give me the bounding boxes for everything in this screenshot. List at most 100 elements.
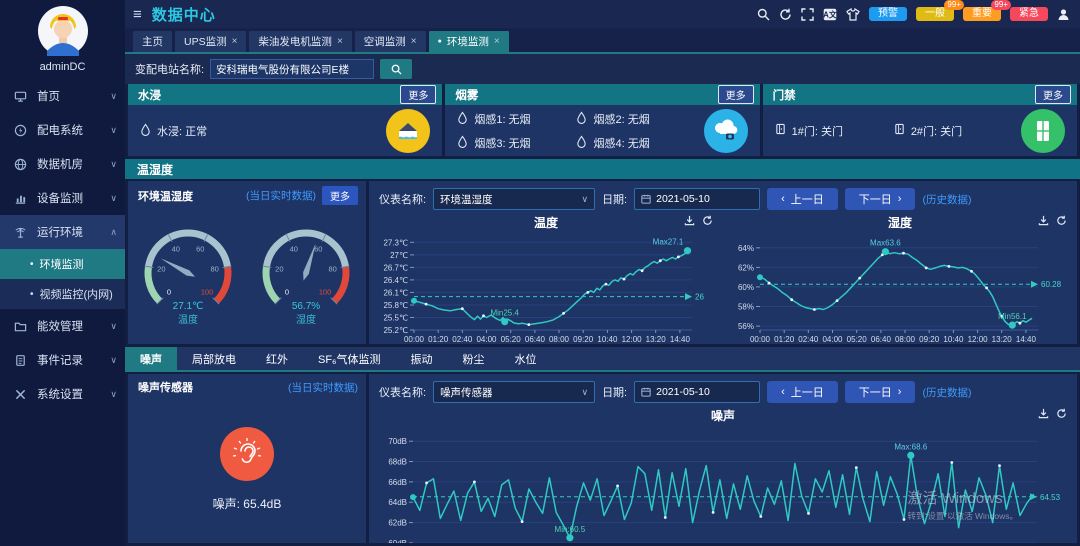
svg-text:01:20: 01:20 [774,335,795,344]
close-icon[interactable]: × [232,36,238,47]
env-tab-dust[interactable]: 粉尘 [448,347,500,370]
alarm-badge-warning[interactable]: 预警 [869,7,907,21]
env-tab-water-level[interactable]: 水位 [500,347,552,370]
svg-text:13:20: 13:20 [646,335,667,344]
env-tab-vibration[interactable]: 振动 [396,347,448,370]
more-button[interactable]: 更多 [718,85,754,104]
fullscreen-icon[interactable] [801,8,814,21]
svg-text:14:40: 14:40 [670,335,691,344]
alarm-badge-general[interactable]: 一般99+ [916,7,954,21]
alarm-badge-important[interactable]: 重要99+ [963,7,1001,21]
chevron-left-icon: ‹ [781,386,785,398]
env-tab-noise[interactable]: 噪声 [125,347,177,370]
humidity-line-chart: 56%58%60%62%64%00:0001:2002:4004:0005:20… [724,231,1076,344]
next-day-button[interactable]: 下一日› [845,188,916,210]
hamburger-icon[interactable]: ≡ [133,6,142,23]
svg-text:27.3℃: 27.3℃ [383,238,408,247]
close-icon[interactable]: × [494,36,500,47]
gauges: 02040608010027.1℃温度 02040608010056.7%湿度 [128,205,366,344]
humidity-chart-box: 湿度 56%58%60%62%64%00:0001:2002:4004:0005… [723,213,1077,344]
tab-ac[interactable]: 空调监测× [355,31,426,52]
svg-text:26.4℃: 26.4℃ [383,276,408,285]
prev-day-button[interactable]: ‹上一日 [767,188,838,210]
realtime-data-link[interactable]: (当日实时数据) [246,188,316,203]
history-data-link[interactable]: (历史数据) [922,385,971,400]
refresh-icon[interactable] [779,8,792,21]
meter-select[interactable]: 噪声传感器 ∨ [433,381,595,403]
chevron-down-icon: ∨ [110,193,117,204]
sidebar-item-event-log[interactable]: 事件记录 ∨ [0,343,125,377]
svg-text:湿度: 湿度 [296,313,316,326]
svg-text:Min:60.5: Min:60.5 [555,525,586,534]
next-day-button[interactable]: 下一日› [845,381,916,403]
chevron-right-icon: › [898,386,902,398]
download-icon[interactable] [684,215,695,226]
download-icon[interactable] [1038,408,1049,419]
card-item: 2#门: 关门 [894,123,1013,139]
reload-icon[interactable] [1056,408,1067,419]
translate-icon[interactable]: A文 [823,8,837,21]
env-tab-partial[interactable]: 局部放电 [177,347,251,370]
tab-home[interactable]: 主页 [133,31,172,52]
env-tab-sf6[interactable]: SF₆气体监测 [303,347,396,370]
sidebar-item-energy-mgmt[interactable]: 能效管理 ∨ [0,309,125,343]
station-search-button[interactable] [380,59,412,79]
meter-select[interactable]: 环境温湿度 ∨ [433,188,595,210]
sidebar-subitem-video-monitor[interactable]: • 视频监控(内网) [0,279,125,309]
reload-icon[interactable] [1056,215,1067,226]
date-picker[interactable]: 2021-05-10 [634,188,760,210]
drop-icon [576,135,587,151]
date-picker[interactable]: 2021-05-10 [634,381,760,403]
theme-icon[interactable] [846,8,860,21]
sidebar-menu: 首页 ∨ 配电系统 ∨ 数据机房 ∨ 设备监测 ∨ 运行环境 ∧• 环境监测• … [0,79,125,546]
station-search-row: 变配电站名称: [125,54,1080,84]
reload-icon[interactable] [702,215,713,226]
svg-text:0: 0 [285,287,289,296]
download-icon[interactable] [1038,215,1049,226]
badge-count: 99+ [991,0,1011,10]
sidebar-item-system-settings[interactable]: 系统设置 ∨ [0,377,125,411]
username: adminDC [0,57,125,79]
alarm-badge-urgent[interactable]: 紧急 [1010,7,1048,21]
bullet-icon: • [30,259,34,270]
more-button[interactable]: 更多 [322,186,358,205]
sidebar-item-home[interactable]: 首页 ∨ [0,79,125,113]
noise-sensor-zone: 噪声: 65.4dB [128,395,366,543]
close-icon[interactable]: × [411,36,417,47]
door-icon [894,123,905,138]
sidebar-item-operating-env[interactable]: 运行环境 ∧ [0,215,125,249]
svg-text:80: 80 [210,264,218,273]
globe-icon [14,158,30,171]
tab-diesel[interactable]: 柴油发电机监测× [249,31,351,52]
close-icon[interactable]: × [337,36,343,47]
svg-text:100: 100 [201,287,214,296]
tab-env[interactable]: ●环境监测× [429,31,509,52]
chevron-down-icon: ∨ [110,321,117,332]
sidebar-item-device-monitor[interactable]: 设备监测 ∨ [0,181,125,215]
noise-chart-title: 噪声 [711,407,735,424]
prev-day-button[interactable]: ‹上一日 [767,381,838,403]
chevron-down-icon: ∨ [110,355,117,366]
avatar[interactable] [0,0,125,57]
svg-text:09:20: 09:20 [919,335,940,344]
more-button[interactable]: 更多 [400,85,436,104]
svg-text:Min25.4: Min25.4 [490,309,519,318]
flood-icon [386,109,430,153]
user-icon[interactable] [1057,8,1070,21]
tab-ups[interactable]: UPS监测× [175,31,246,52]
search-icon[interactable] [757,8,770,21]
chevron-down-icon: ∨ [110,91,117,102]
history-data-link[interactable]: (历史数据) [922,192,971,207]
svg-text:Max:68.6: Max:68.6 [894,442,927,451]
sidebar-subitem-env-monitor[interactable]: • 环境监测 [0,249,125,279]
calendar-icon [641,194,651,204]
more-button[interactable]: 更多 [1035,85,1071,104]
svg-text:64dB: 64dB [388,498,407,507]
card-item: 烟感2: 无烟 [576,111,695,127]
realtime-data-link[interactable]: (当日实时数据) [288,380,358,395]
sidebar-item-data-room[interactable]: 数据机房 ∨ [0,147,125,181]
sidebar-item-power-system[interactable]: 配电系统 ∨ [0,113,125,147]
env-tab-infrared[interactable]: 红外 [251,347,303,370]
date-label: 日期: [602,384,627,400]
station-search-input[interactable] [210,59,374,79]
